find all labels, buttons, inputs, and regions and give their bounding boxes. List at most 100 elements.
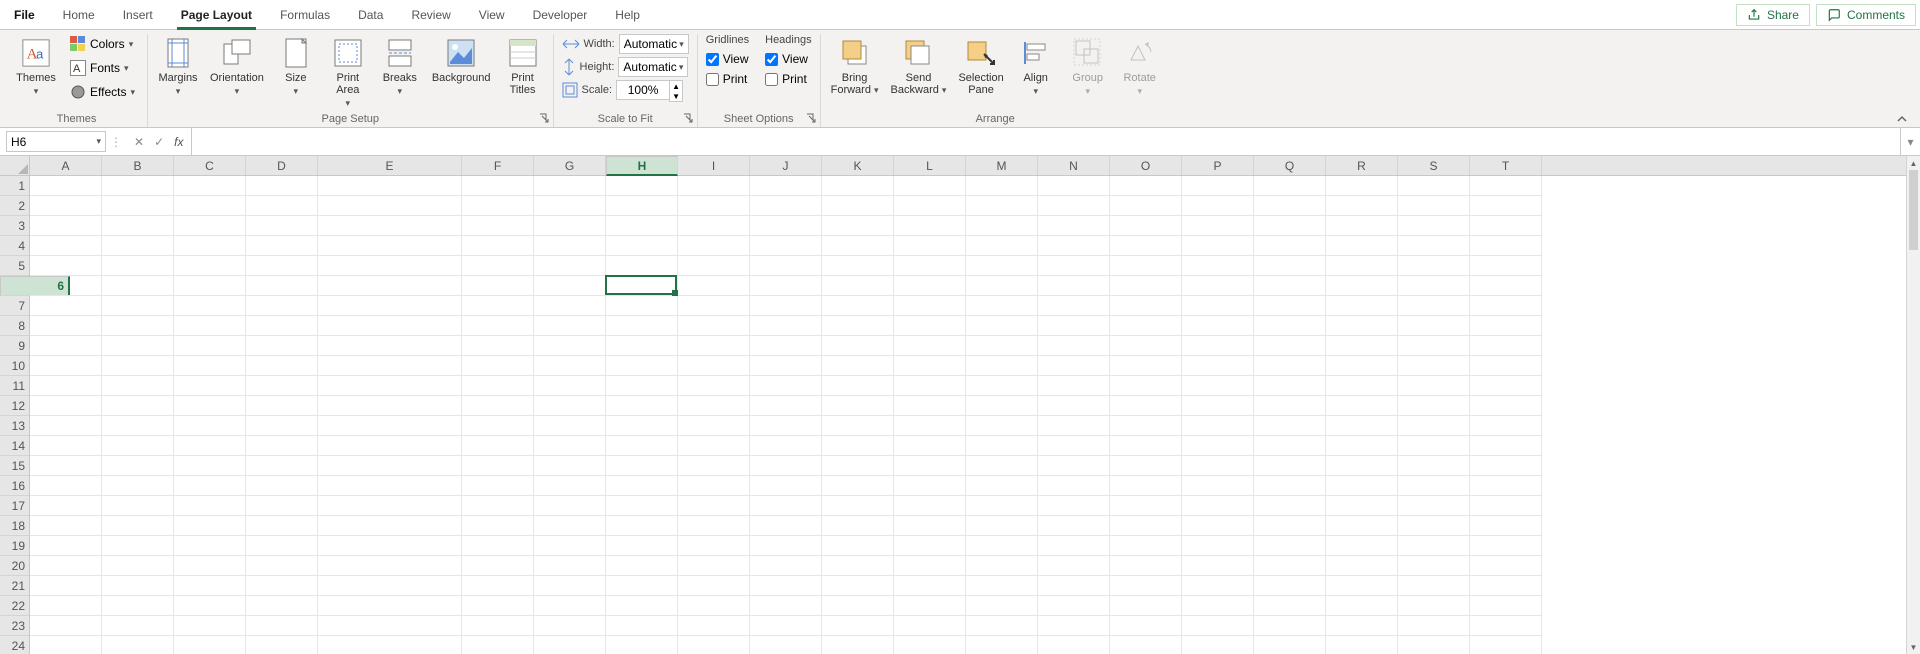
cell[interactable] bbox=[750, 196, 822, 216]
cell[interactable] bbox=[894, 276, 966, 296]
fonts-button[interactable]: A Fonts ▾ bbox=[66, 58, 139, 78]
column-header[interactable]: T bbox=[1470, 156, 1542, 175]
column-header[interactable]: F bbox=[462, 156, 534, 175]
cell[interactable] bbox=[1110, 516, 1182, 536]
cell[interactable] bbox=[1182, 216, 1254, 236]
cell[interactable] bbox=[750, 516, 822, 536]
cell[interactable] bbox=[246, 276, 318, 296]
cell[interactable] bbox=[1398, 376, 1470, 396]
cell[interactable] bbox=[534, 316, 606, 336]
cell[interactable] bbox=[1470, 196, 1542, 216]
cell[interactable] bbox=[1470, 256, 1542, 276]
cell[interactable] bbox=[1038, 256, 1110, 276]
share-button[interactable]: Share bbox=[1736, 4, 1810, 26]
cell[interactable] bbox=[894, 556, 966, 576]
row-header[interactable]: 20 bbox=[0, 556, 29, 576]
cell[interactable] bbox=[102, 596, 174, 616]
cell[interactable] bbox=[318, 236, 462, 256]
cell[interactable] bbox=[1038, 476, 1110, 496]
cell[interactable] bbox=[894, 596, 966, 616]
cell[interactable] bbox=[822, 536, 894, 556]
cell[interactable] bbox=[1182, 356, 1254, 376]
cell[interactable] bbox=[1038, 336, 1110, 356]
cell[interactable] bbox=[1254, 636, 1326, 654]
breaks-button[interactable]: Breaks ▾ bbox=[378, 34, 422, 99]
cell[interactable] bbox=[1110, 256, 1182, 276]
cell[interactable] bbox=[1182, 596, 1254, 616]
cell[interactable] bbox=[1038, 556, 1110, 576]
cell[interactable] bbox=[606, 536, 678, 556]
cell[interactable] bbox=[1110, 456, 1182, 476]
cell[interactable] bbox=[894, 496, 966, 516]
cell[interactable] bbox=[1398, 336, 1470, 356]
cell[interactable] bbox=[102, 616, 174, 636]
cell[interactable] bbox=[318, 556, 462, 576]
cell[interactable] bbox=[30, 536, 102, 556]
cell[interactable] bbox=[1326, 536, 1398, 556]
cell[interactable] bbox=[1110, 216, 1182, 236]
cell[interactable] bbox=[102, 176, 174, 196]
collapse-ribbon-button[interactable] bbox=[1890, 111, 1914, 127]
cell[interactable] bbox=[1182, 516, 1254, 536]
cell[interactable] bbox=[102, 496, 174, 516]
cell[interactable] bbox=[1182, 456, 1254, 476]
gridlines-print-checkbox[interactable]: Print bbox=[706, 72, 748, 86]
cell[interactable] bbox=[1038, 416, 1110, 436]
column-header[interactable]: C bbox=[174, 156, 246, 175]
cell[interactable] bbox=[318, 316, 462, 336]
cell[interactable] bbox=[1254, 396, 1326, 416]
effects-button[interactable]: Effects ▾ bbox=[66, 82, 139, 102]
cell[interactable] bbox=[318, 516, 462, 536]
row-header[interactable]: 16 bbox=[0, 476, 29, 496]
cell[interactable] bbox=[966, 196, 1038, 216]
cell[interactable] bbox=[822, 516, 894, 536]
cell[interactable] bbox=[462, 296, 534, 316]
comments-button[interactable]: Comments bbox=[1816, 4, 1916, 26]
cell[interactable] bbox=[174, 436, 246, 456]
cell[interactable] bbox=[1254, 376, 1326, 396]
row-header[interactable]: 9 bbox=[0, 336, 29, 356]
cell[interactable] bbox=[894, 476, 966, 496]
cell[interactable] bbox=[246, 456, 318, 476]
column-header[interactable]: O bbox=[1110, 156, 1182, 175]
row-header[interactable]: 17 bbox=[0, 496, 29, 516]
cell[interactable] bbox=[750, 336, 822, 356]
cell[interactable] bbox=[1470, 176, 1542, 196]
margins-button[interactable]: Margins ▾ bbox=[156, 34, 200, 99]
cell[interactable] bbox=[1038, 296, 1110, 316]
cell[interactable] bbox=[246, 556, 318, 576]
cell[interactable] bbox=[750, 396, 822, 416]
cell[interactable] bbox=[750, 316, 822, 336]
sheet-launcher[interactable] bbox=[804, 111, 818, 125]
tab-insert[interactable]: Insert bbox=[109, 0, 167, 29]
tab-review[interactable]: Review bbox=[397, 0, 464, 29]
cell[interactable] bbox=[246, 416, 318, 436]
cell[interactable] bbox=[1110, 396, 1182, 416]
cell[interactable] bbox=[174, 236, 246, 256]
cell[interactable] bbox=[1398, 516, 1470, 536]
cell[interactable] bbox=[534, 616, 606, 636]
cell[interactable] bbox=[1326, 336, 1398, 356]
cell[interactable] bbox=[894, 456, 966, 476]
cell[interactable] bbox=[822, 616, 894, 636]
cell[interactable] bbox=[750, 476, 822, 496]
cell[interactable] bbox=[606, 456, 678, 476]
cell[interactable] bbox=[102, 396, 174, 416]
cell[interactable] bbox=[1254, 476, 1326, 496]
cell[interactable] bbox=[318, 616, 462, 636]
cell[interactable] bbox=[534, 296, 606, 316]
cell[interactable] bbox=[318, 456, 462, 476]
cell[interactable] bbox=[246, 616, 318, 636]
cell[interactable] bbox=[1182, 256, 1254, 276]
cell[interactable] bbox=[462, 356, 534, 376]
cell[interactable] bbox=[1110, 416, 1182, 436]
cell[interactable] bbox=[246, 436, 318, 456]
cell[interactable] bbox=[1254, 496, 1326, 516]
cell[interactable] bbox=[1038, 576, 1110, 596]
cell[interactable] bbox=[606, 476, 678, 496]
cell[interactable] bbox=[750, 636, 822, 654]
row-header[interactable]: 18 bbox=[0, 516, 29, 536]
cell[interactable] bbox=[966, 276, 1038, 296]
cell[interactable] bbox=[1110, 336, 1182, 356]
spin-down-icon[interactable]: ▼ bbox=[670, 91, 682, 101]
